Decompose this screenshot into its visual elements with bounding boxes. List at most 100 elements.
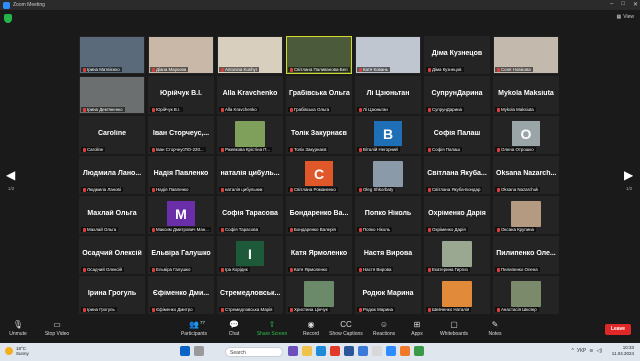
leave-button[interactable]: Leave — [605, 324, 631, 335]
wifi-icon[interactable]: ≋ — [589, 348, 593, 354]
word-icon[interactable] — [344, 346, 354, 356]
language-indicator[interactable]: УКР — [577, 348, 586, 354]
record-label: Record — [302, 331, 320, 337]
chrome-icon[interactable] — [372, 346, 382, 356]
participant-tile[interactable]: Анастасія Шкоїер — [493, 276, 559, 314]
stop-video-label: Stop Video — [44, 331, 70, 337]
participant-name: Христина Цінчук — [294, 307, 328, 312]
participant-tile[interactable]: Стремедловськ... Стремедловська Марія — [217, 276, 283, 314]
participant-tile[interactable]: M Максим Дмитрович Ман... — [148, 196, 214, 234]
participant-tile[interactable]: наталія цибуль... наталія цибульник — [217, 156, 283, 194]
participant-tile[interactable]: СупрунДарина СупрунДарина — [424, 76, 490, 114]
participant-tile[interactable]: Oksana Nazarch... Oksana Nazarchuk — [493, 156, 559, 194]
participant-name-label: Світлана Якуба-Бондар — [426, 187, 483, 192]
participant-tile[interactable]: Шевченко Наталія — [424, 276, 490, 314]
participant-tile[interactable]: Діма Кузнецов Діма Кузнецов — [424, 36, 490, 74]
participant-tile[interactable]: Antonina Kushyr — [217, 36, 283, 74]
zoom-logo-icon — [3, 1, 10, 9]
teams-icon[interactable] — [288, 346, 298, 356]
participant-tile[interactable]: Діана Маркова — [148, 36, 214, 74]
opera-icon[interactable] — [330, 346, 340, 356]
participant-tile[interactable]: Ірина Грогуль Ірина Грогуль — [79, 276, 145, 314]
windows-start-icon[interactable] — [180, 346, 190, 356]
participant-tile[interactable]: Толік Закурнаєв Толік Закурнаєв — [286, 116, 352, 154]
participant-tile[interactable]: Ірина Матвієнко — [79, 36, 145, 74]
participant-tile[interactable]: I Іра Корідик — [217, 236, 283, 274]
participant-tile[interactable]: Катя Ковань — [355, 36, 421, 74]
stop-video-button[interactable]: ▭ Stop Video — [35, 320, 79, 337]
zoom-taskbar-icon[interactable] — [386, 346, 396, 356]
previous-page-arrow-icon[interactable]: ◀ — [6, 168, 15, 182]
participant-tile[interactable]: Софія Тарасова Софія Тарасова — [217, 196, 283, 234]
participant-tile[interactable]: Іван Сторчеус,... Іван СторчеусПО-220... — [148, 116, 214, 154]
participant-name-label: Бондаренко Валерія — [288, 227, 338, 232]
participant-tile[interactable]: Махлай Ольга Махлай Ольга — [79, 196, 145, 234]
firefox-icon[interactable] — [400, 346, 410, 356]
participant-tile[interactable]: Лі Цзюньтан Лі Цзюньтан — [355, 76, 421, 114]
security-shield-icon[interactable] — [4, 14, 12, 23]
clock[interactable]: 10:33 11.04.2024 — [612, 345, 634, 357]
participant-tile[interactable]: Ірина Дем'яненко — [79, 76, 145, 114]
participant-tile[interactable]: Христина Цінчук — [286, 276, 352, 314]
file-explorer-icon[interactable] — [302, 346, 312, 356]
participant-tile[interactable]: Ельвіра Галушко Ельвіра Галушко — [148, 236, 214, 274]
participant-tile[interactable]: Екатерина Гиргиз — [424, 236, 490, 274]
share-screen-button[interactable]: ⇧ Share Screen — [250, 320, 294, 337]
participant-tile[interactable]: Людмила Лано... Людмила Ланові — [79, 156, 145, 194]
maximize-icon[interactable]: □ — [621, 1, 625, 8]
speaker-icon[interactable]: ◁) — [596, 348, 602, 354]
view-button[interactable]: ▦ View — [617, 14, 634, 20]
participant-tile[interactable]: Грабівська Ольга Грабівська Ольга — [286, 76, 352, 114]
participant-name-label: Ржевкова Крістіна П... — [219, 147, 273, 152]
participant-tile[interactable]: C Світлана Романенко — [286, 156, 352, 194]
participant-tile[interactable]: B Віталій Негорний — [355, 116, 421, 154]
participant-name: Стремедловська Марія — [225, 307, 273, 312]
participant-tile[interactable]: Осадчий Олексій Осадчий Олексій — [79, 236, 145, 274]
participant-tile[interactable]: Mykola Maksiuta Mykola Maksiuta — [493, 76, 559, 114]
participant-tile[interactable]: Настя Вирова Настя Вирова — [355, 236, 421, 274]
participant-tile[interactable]: Соня Новікова — [493, 36, 559, 74]
whiteboards-button[interactable]: ▢ Whiteboards — [432, 320, 476, 337]
minimize-icon[interactable]: – — [610, 1, 613, 8]
participant-name-label: Надія Павленко — [150, 187, 191, 192]
muted-microphone-icon — [497, 227, 500, 232]
participant-tile[interactable]: Попко Ніколь Попко Ніколь — [355, 196, 421, 234]
participant-name: Анастасія Шкоїер — [501, 307, 537, 312]
participant-tile[interactable]: Світлана Якуба... Світлана Якуба-Бондар — [424, 156, 490, 194]
participant-tile[interactable]: Caroline Caroline — [79, 116, 145, 154]
participant-tile[interactable]: Ржевкова Крістіна П... — [217, 116, 283, 154]
taskbar-search-input[interactable]: Search — [225, 347, 283, 357]
widgets-icon[interactable] — [194, 346, 204, 356]
next-page-arrow-icon[interactable]: ▶ — [624, 168, 633, 182]
participant-tile[interactable]: Alla Kravchenko Alla Kravchenko — [217, 76, 283, 114]
participant-tile[interactable]: Катя Ярмоленко Катя Ярмоленко — [286, 236, 352, 274]
close-icon[interactable]: ✕ — [633, 1, 638, 8]
participant-tile[interactable]: Oleg Shkorbaty — [355, 156, 421, 194]
unmute-button[interactable]: 🎙 Unmute — [0, 320, 40, 337]
store-icon[interactable] — [358, 346, 368, 356]
participant-tile[interactable]: Єфіменко Дми... Єфіменко Дмитро — [148, 276, 214, 314]
participant-name: Mykola Maksiuta — [501, 107, 534, 112]
participants-button[interactable]: 👥 77 Participants — [172, 320, 216, 337]
participant-tile[interactable]: Світлана Паливанова-Бел — [286, 36, 352, 74]
participant-tile[interactable]: Софія Палаш Софія Палаш — [424, 116, 490, 154]
participant-tile[interactable]: Бондаренко Ва... Бондаренко Валерія — [286, 196, 352, 234]
participant-name-label: Ельвіра Галушко — [150, 267, 193, 272]
participant-tile[interactable]: Охріменко Дарія Охріменко Дарія — [424, 196, 490, 234]
participant-name: Oleg Shkorbaty — [363, 187, 394, 192]
chevron-up-icon[interactable]: ^ — [571, 348, 573, 354]
participant-tile[interactable]: Надія Павленко Надія Павленко — [148, 156, 214, 194]
notes-button[interactable]: ✎ Notes — [473, 320, 517, 337]
edge-icon[interactable] — [316, 346, 326, 356]
participant-tile[interactable]: Пилипенко Оле... Пилипенко Олена — [493, 236, 559, 274]
weather-widget[interactable]: 18°C Sunny — [5, 346, 29, 356]
participant-tile[interactable]: O Олена Отрошко — [493, 116, 559, 154]
reactions-label: Reactions — [372, 331, 396, 337]
participant-name-label: Софія Палаш — [426, 147, 462, 152]
muted-microphone-icon: 🎙 — [12, 320, 24, 329]
excel-icon[interactable] — [414, 346, 424, 356]
participant-tile[interactable]: Юрійчук В.І. Юрійчук В.І. — [148, 76, 214, 114]
participant-display-name: Софія Палаш — [433, 130, 481, 137]
participant-tile[interactable]: Родюк Марина Родюк Марина — [355, 276, 421, 314]
participant-tile[interactable]: Оксана Крупина — [493, 196, 559, 234]
